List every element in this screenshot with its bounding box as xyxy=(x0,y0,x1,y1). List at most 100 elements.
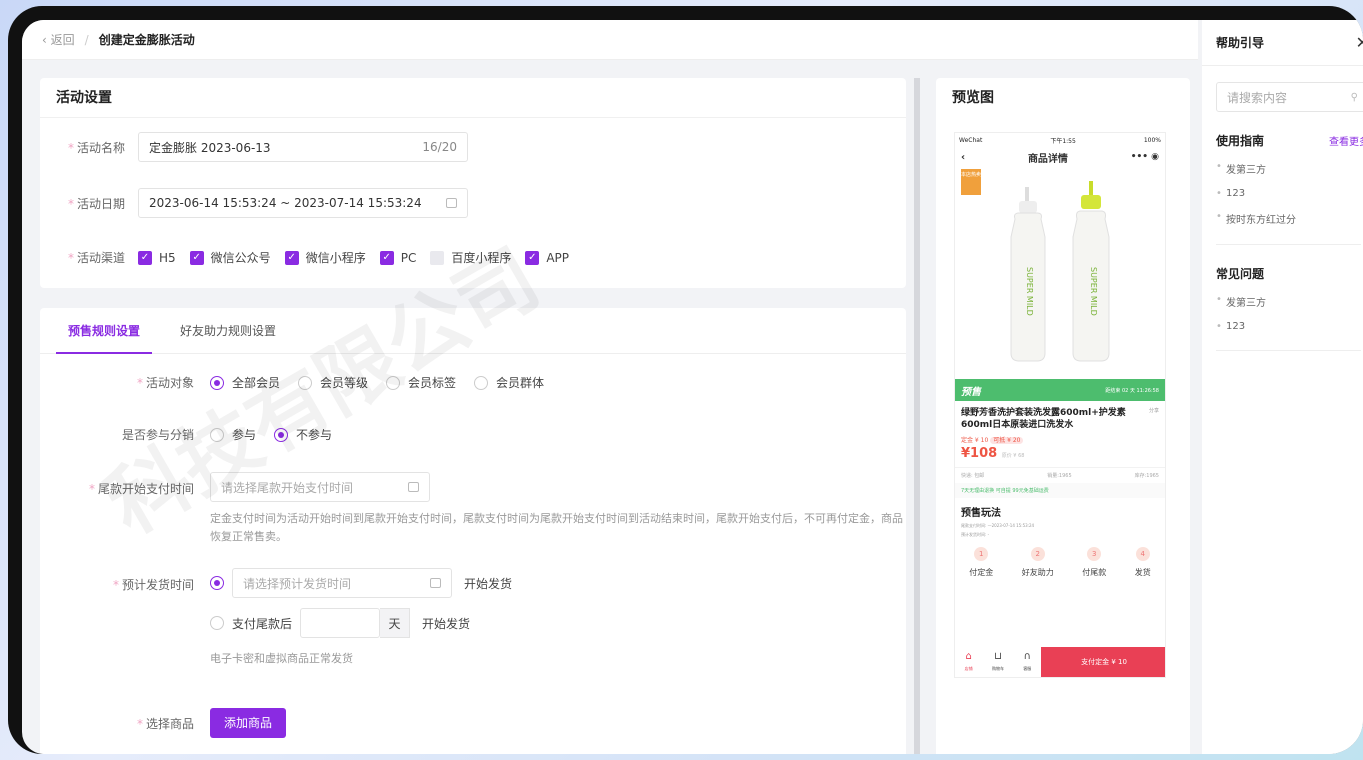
faq-item[interactable]: 123 xyxy=(1216,321,1363,332)
balance-time-hint: 定金支付时间为活动开始时间到尾款开始支付时间，尾款支付时间为尾款开始支付时间到活… xyxy=(210,512,903,543)
rules-card: 预售规则设置 好友助力规则设置 * 活动对象 全部会员 会员等级 会员标签 会员群… xyxy=(40,308,906,754)
ship-date-placeholder: 请选择预计发货时间 xyxy=(243,576,352,591)
channel-checkbox-pc[interactable]: ✓ PC xyxy=(379,250,416,265)
radio-member-level[interactable]: 会员等级 xyxy=(298,374,368,391)
ship-option-after-pay: 支付尾款后 天 开始发货 xyxy=(210,608,512,638)
faq-title: 常见问题 xyxy=(1216,267,1265,281)
help-search-placeholder: 请搜索内容 xyxy=(1227,90,1288,105)
name-row: * 活动名称 定金膨胀 2023-06-13 16/20 xyxy=(68,132,468,162)
shipping-info: 快递: 包邮 xyxy=(961,473,985,479)
radio-member-tag[interactable]: 会员标签 xyxy=(386,374,456,391)
device-frame: ‹ 返回 / 创建定金膨胀活动 活动设置 * 活动名称 定金膨胀 2023-06-… xyxy=(8,6,1363,754)
date-row: * 活动日期 2023-06-14 15:53:24 ~ 2023-07-14 1… xyxy=(68,188,468,218)
checkbox-checked-icon: ✓ xyxy=(525,250,540,265)
step-pay-deposit: 1 付定金 xyxy=(969,547,993,578)
radio-all-members[interactable]: 全部会员 xyxy=(210,374,280,391)
ship-after-label: 支付尾款后 xyxy=(232,616,293,631)
presale-play-title: 预售玩法 xyxy=(961,508,1001,519)
guide-title: 使用指南 xyxy=(1216,134,1265,148)
ship-days-unit: 天 xyxy=(380,608,411,638)
form-area: 活动设置 * 活动名称 定金膨胀 2023-06-13 16/20 * 活动日期 2… xyxy=(40,78,906,754)
product-image: 本店热卖 SUPER MILD SUPER MILD xyxy=(955,167,1165,379)
guide-item[interactable]: 发第三方 xyxy=(1216,161,1363,176)
char-counter: 16/20 xyxy=(422,140,457,154)
shop-icon: ⌂ 店铺 xyxy=(964,651,973,671)
presale-countdown: 距结束 02 天 11:26:58 xyxy=(1105,387,1159,394)
product-price: ¥108 原价 ¥ 68 xyxy=(961,446,1025,461)
radio-member-group[interactable]: 会员群体 xyxy=(474,374,544,391)
ship-date-input[interactable]: 请选择预计发货时间 xyxy=(232,568,452,598)
channel-checkbox-baidu-miniapp[interactable]: 百度小程序 xyxy=(430,249,511,266)
channel-checkbox-wechat-miniapp[interactable]: ✓ 微信小程序 xyxy=(284,249,366,266)
ship-days-input[interactable] xyxy=(300,608,381,638)
back-link[interactable]: ‹ 返回 xyxy=(42,31,75,48)
guide-item[interactable]: 123 xyxy=(1216,188,1363,199)
faq-header: 常见问题 xyxy=(1216,265,1363,282)
activity-settings-card: 活动设置 * 活动名称 定金膨胀 2023-06-13 16/20 * 活动日期 2… xyxy=(40,78,906,288)
distribution-row: 是否参与分销 参与 不参与 xyxy=(100,426,350,443)
presale-banner: 预售 距结束 02 天 11:26:58 xyxy=(955,379,1165,401)
channel-checkbox-app[interactable]: ✓ APP xyxy=(525,250,569,265)
add-goods-button[interactable]: 添加商品 xyxy=(210,708,287,738)
guide-header: 使用指南 查看更多 xyxy=(1216,132,1363,149)
checkbox-unchecked-icon xyxy=(430,250,445,265)
section-divider xyxy=(1216,244,1361,245)
tab-friend-help-rules[interactable]: 好友助力规则设置 xyxy=(168,308,288,353)
product-info: 绿野芳香洗护套装洗发露600ml+护发素600ml日本原装进口洗发水 分享 定金… xyxy=(955,401,1165,467)
channel-checkbox-h5[interactable]: ✓ H5 xyxy=(138,250,176,265)
guide-item[interactable]: 按时东方红过分 xyxy=(1216,211,1363,226)
channel-label: * 活动渠道 xyxy=(68,251,126,265)
goods-label: * 选择商品 xyxy=(136,716,194,731)
target-label: * 活动对象 xyxy=(136,376,194,390)
balance-time-placeholder: 请选择尾款开始支付时间 xyxy=(221,480,354,495)
channel-checkbox-wechat-official[interactable]: ✓ 微信公众号 xyxy=(189,249,271,266)
service-icon: ∩ 客服 xyxy=(1023,651,1032,671)
radio-unselected-icon[interactable] xyxy=(210,616,224,630)
radio-unselected-icon xyxy=(386,375,401,390)
ship-time-info: 预计发货时间: - xyxy=(961,532,990,537)
faq-section: 常见问题 发第三方 123 xyxy=(1202,265,1363,351)
guarantee-bar: 7天无理由退换 可自提 99元免基础运费 xyxy=(955,483,1165,498)
calendar-icon xyxy=(446,198,457,208)
help-panel: 帮助引导 ✕ 请搜索内容 ⚲ 使用指南 查看更多 发第三方 123 按时东方红过… xyxy=(1202,20,1363,754)
radio-join-distribution[interactable]: 参与 xyxy=(210,426,256,443)
name-label: * 活动名称 xyxy=(68,140,126,155)
app-screen: ‹ 返回 / 创建定金膨胀活动 活动设置 * 活动名称 定金膨胀 2023-06-… xyxy=(22,20,1363,754)
tab-presale-rules[interactable]: 预售规则设置 xyxy=(56,308,153,354)
pay-deposit-button[interactable]: 支付定金 ¥ 10 xyxy=(1041,647,1165,677)
close-icon[interactable]: ✕ xyxy=(1356,33,1363,52)
activity-name-input[interactable]: 定金膨胀 2023-06-13 16/20 xyxy=(138,132,468,162)
stock-count: 库存:1965 xyxy=(1134,473,1159,479)
ship-time-row: * 预计发货时间 请选择预计发货时间 开始发货 支付尾款后 天 开始发货 电子卡… xyxy=(70,568,512,668)
cart-icon: ⊔ 购物车 xyxy=(991,651,1004,671)
ship-time-options: 请选择预计发货时间 开始发货 支付尾款后 天 开始发货 电子卡密和虚拟商品正常发… xyxy=(210,568,512,668)
help-search-input[interactable]: 请搜索内容 ⚲ xyxy=(1216,82,1363,112)
rules-tabs: 预售规则设置 好友助力规则设置 xyxy=(40,308,906,354)
radio-selected-icon xyxy=(210,375,224,390)
panel-divider[interactable] xyxy=(914,78,920,754)
balance-time-field-group: 请选择尾款开始支付时间 定金支付时间为活动开始时间到尾款开始支付时间，尾款支付时… xyxy=(210,472,906,546)
activity-name-value: 定金膨胀 2023-06-13 xyxy=(149,140,271,155)
radio-selected-icon[interactable] xyxy=(210,576,224,590)
phone-status-bar: WeChat 下午1:55 100% xyxy=(955,133,1165,147)
section-divider xyxy=(1216,350,1361,351)
checkbox-checked-icon: ✓ xyxy=(138,250,152,265)
target-row: * 活动对象 全部会员 会员等级 会员标签 会员群体 xyxy=(100,374,562,391)
balance-time-input[interactable]: 请选择尾款开始支付时间 xyxy=(210,472,430,502)
channel-row: * 活动渠道 ✓ H5 ✓ 微信公众号 ✓ 微信小程序 ✓ PC 百度小程序 ✓ APP xyxy=(68,249,583,266)
activity-date-range-input[interactable]: 2023-06-14 15:53:24 ~ 2023-07-14 15:53:2… xyxy=(138,188,468,218)
ship-date-suffix: 开始发货 xyxy=(464,576,513,591)
phone-preview: WeChat 下午1:55 100% ‹ 商品详情 ••• ◉ 本店热卖 SUP… xyxy=(954,132,1166,678)
date-label: * 活动日期 xyxy=(68,196,126,211)
balance-time-row: * 尾款开始支付时间 请选择尾款开始支付时间 定金支付时间为活动开始时间到尾款开始… xyxy=(70,472,906,546)
product-stats: 快递: 包邮 销量:1965 库存:1965 xyxy=(955,467,1165,483)
presale-label: 预售 xyxy=(961,386,981,398)
ship-time-label: * 预计发货时间 xyxy=(112,578,194,592)
breadcrumb-separator: / xyxy=(84,32,89,47)
see-more-link[interactable]: 查看更多 xyxy=(1329,133,1363,148)
radio-no-distribution[interactable]: 不参与 xyxy=(274,426,332,443)
radio-unselected-icon xyxy=(210,427,224,442)
checkbox-checked-icon: ✓ xyxy=(284,250,299,265)
phone-tab-bar: ⌂ 店铺 ⊔ 购物车 ∩ 客服 支付定金 ¥ 10 xyxy=(955,647,1165,677)
faq-item[interactable]: 发第三方 xyxy=(1216,294,1363,309)
